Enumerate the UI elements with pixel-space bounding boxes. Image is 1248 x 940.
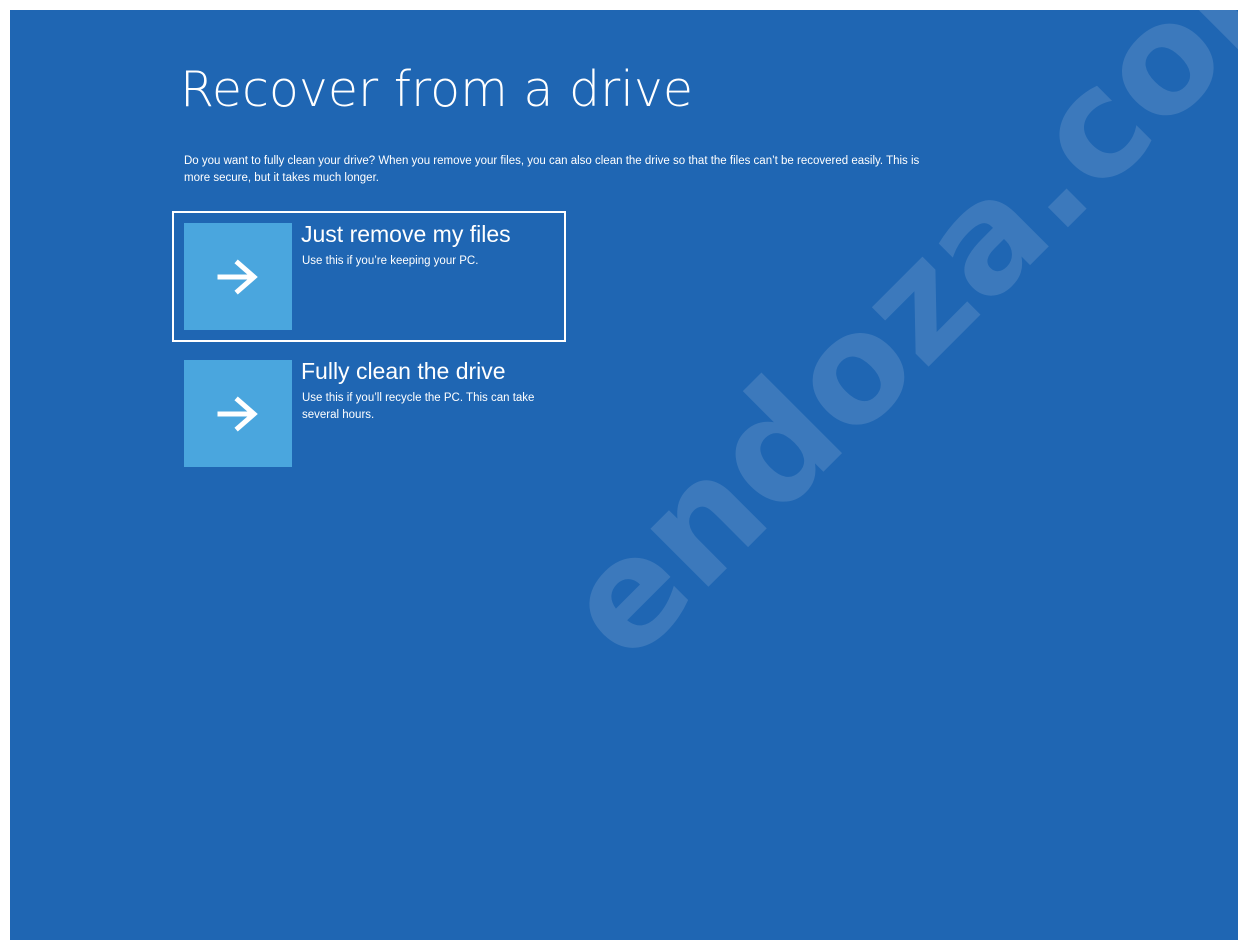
option-label: Fully clean the drive [301, 358, 506, 384]
option-just-remove-files[interactable]: Just remove my files Use this if you’re … [172, 211, 566, 342]
arrow-right-icon [217, 258, 258, 295]
option-description: Use this if you’re keeping your PC. [302, 255, 479, 267]
option-description: Use this if you’ll recycle the PC. This … [302, 392, 535, 421]
option-tile[interactable] [184, 360, 292, 467]
option-fully-clean-drive[interactable]: Fully clean the drive Use this if you’ll… [172, 348, 566, 479]
arrow-right-icon [217, 395, 258, 432]
option-tile[interactable] [184, 223, 292, 330]
recovery-screen: Recover from a drive Do you want to full… [10, 10, 1238, 940]
option-label: Just remove my files [301, 221, 511, 247]
page-title: Recover from a drive [180, 61, 693, 118]
page-description: Do you want to fully clean your drive? W… [184, 155, 920, 184]
